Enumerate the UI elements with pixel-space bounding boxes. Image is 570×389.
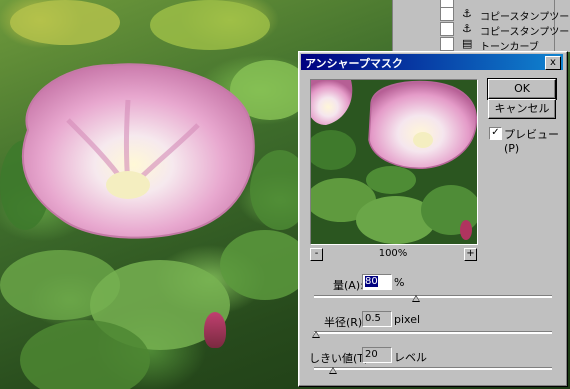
history-item[interactable]: ⚓ コピースタンプツール	[392, 7, 570, 23]
amount-slider-track[interactable]	[314, 295, 552, 298]
unsharp-mask-dialog: アンシャープマスク x - 100% + OK キャンセル ✓ プレビュー(P)…	[298, 51, 568, 387]
preview-checkbox[interactable]: ✓	[489, 127, 502, 140]
amount-field[interactable]: 80	[362, 274, 392, 290]
radius-label: 半径(R):	[324, 316, 366, 329]
close-icon: x	[550, 57, 556, 68]
history-checkbox[interactable]	[440, 37, 454, 51]
radius-slider-track[interactable]	[314, 331, 552, 334]
history-checkbox[interactable]	[440, 22, 454, 36]
zoom-level: 100%	[378, 248, 408, 259]
threshold-field[interactable]: 20	[362, 347, 392, 363]
history-checkbox[interactable]	[440, 7, 454, 21]
history-label: コピースタンプツール	[480, 27, 570, 38]
threshold-value: 20	[365, 349, 378, 360]
cancel-button[interactable]: キャンセル	[488, 99, 556, 119]
threshold-slider-track[interactable]	[314, 367, 552, 370]
dialog-titlebar[interactable]: アンシャープマスク x	[301, 54, 563, 70]
dialog-title: アンシャープマスク	[305, 57, 403, 70]
curves-icon: ▤	[462, 37, 473, 50]
preview-image	[311, 80, 477, 244]
preview-label: プレビュー(P)	[504, 128, 559, 155]
history-item[interactable]: ▤ トーンカーブ	[392, 37, 552, 53]
amount-label: 量(A):	[333, 279, 364, 292]
amount-value: 80	[365, 276, 378, 287]
ok-button[interactable]: OK	[487, 78, 557, 100]
history-label: コピースタンプツール	[480, 12, 570, 23]
radius-field[interactable]: 0.5	[362, 311, 392, 327]
history-item[interactable]: ⚓ コピースタンプツール	[392, 22, 570, 38]
preview-window[interactable]	[310, 79, 478, 245]
radius-slider-thumb[interactable]	[312, 331, 321, 338]
flower-bud	[204, 312, 226, 348]
amount-unit: %	[394, 276, 405, 289]
checkmark-icon: ✓	[491, 127, 500, 138]
stamp-icon: ⚓	[462, 7, 472, 20]
threshold-slider-thumb[interactable]	[329, 367, 338, 374]
radius-value: 0.5	[365, 313, 381, 324]
plus-icon: +	[466, 248, 475, 259]
close-button[interactable]: x	[545, 56, 561, 70]
amount-slider-thumb[interactable]	[412, 295, 421, 302]
radius-unit: pixel	[394, 313, 421, 326]
stamp-icon: ⚓	[462, 22, 472, 35]
threshold-unit: レベル	[394, 351, 427, 364]
flower-image	[22, 63, 255, 239]
zoom-in-button[interactable]: +	[464, 248, 477, 261]
